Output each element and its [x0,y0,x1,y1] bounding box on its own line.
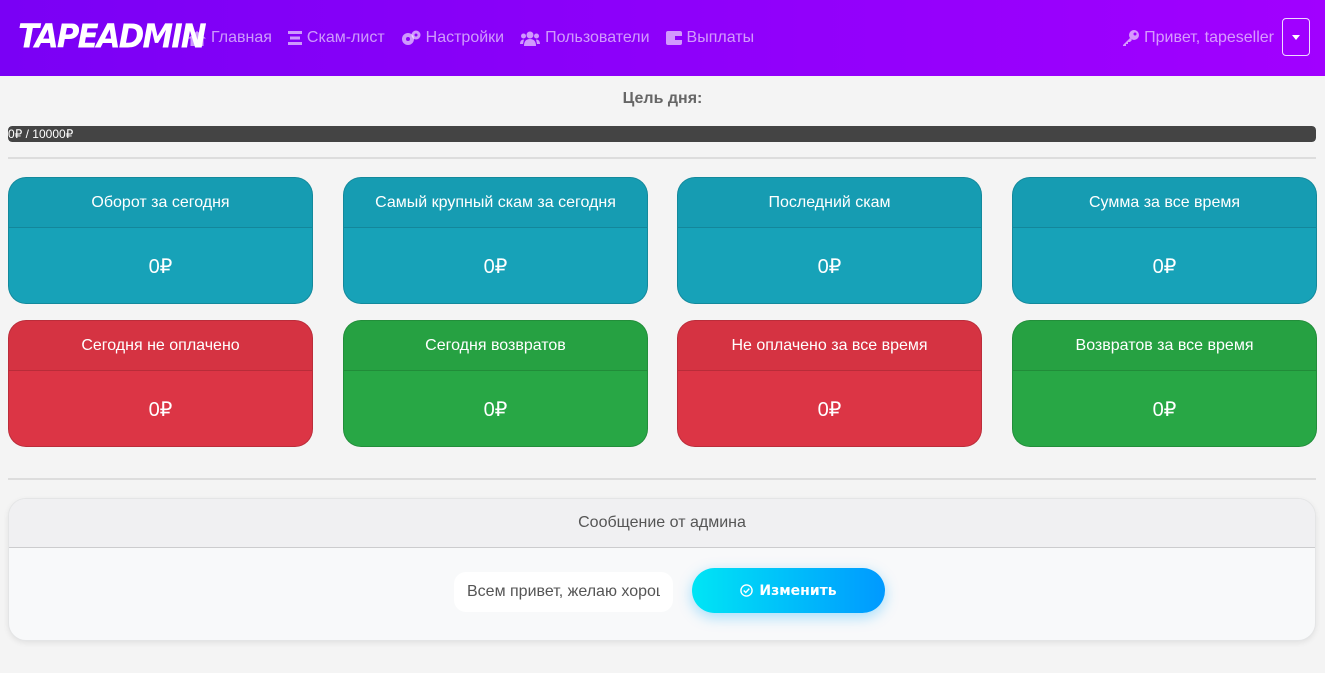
nav-label: Скам-лист [306,29,385,46]
stat-card-title: Последний скам [678,178,981,228]
main-nav: Главная Скам-лист Настройки Пользователи… [188,27,754,49]
stat-card-refunds-today: Сегодня возвратов 0₽ [343,320,648,447]
nav-item-users[interactable]: Пользователи [520,27,650,49]
stat-card-value: 0₽ [1152,398,1177,421]
user-greeting: Привет, tapeseller [1123,27,1274,49]
nav-item-settings[interactable]: Настройки [401,27,504,49]
stat-card-title: Возвратов за все время [1013,321,1316,371]
user-dropdown-toggle[interactable] [1282,18,1310,56]
nav-label: Выплаты [686,29,755,46]
change-button-label: Изменить [759,582,837,599]
stat-card-largest-today: Самый крупный скам за сегодня 0₽ [343,177,648,304]
stat-card-title: Не оплачено за все время [678,321,981,371]
progress-fill: 0₽ / 10000₽ [8,126,1316,142]
stat-card-turnover-today: Оборот за сегодня 0₽ [8,177,313,304]
progress-text: 0₽ / 10000₽ [8,127,74,141]
stat-card-value: 0₽ [148,255,173,278]
brand-name: TAPEADMIN [18,18,207,56]
nav-item-home[interactable]: Главная [188,27,272,49]
navbar: TAPEADMIN Главная Скам-лист Настройки По… [0,0,1325,76]
stat-card-title: Самый крупный скам за сегодня [344,178,647,228]
nav-label: Настройки [425,29,505,46]
stat-card-value: 0₽ [148,398,173,421]
nav-item-payouts[interactable]: Выплаты [665,27,755,49]
users-icon [520,31,541,46]
stat-card-unpaid-today: Сегодня не оплачено 0₽ [8,320,313,447]
nav-label: Главная [211,29,272,46]
change-message-button[interactable]: Изменить [692,568,885,613]
stat-card-title: Оборот за сегодня [9,178,312,228]
daily-goal-progress: 0₽ / 10000₽ [8,126,1316,142]
admin-message-title: Сообщение от админа [9,499,1315,548]
stat-card-value: 0₽ [483,255,508,278]
divider [8,478,1316,480]
home-icon [188,30,206,46]
caret-down-icon [1292,34,1300,40]
stat-card-refunds-all-time: Возвратов за все время 0₽ [1012,320,1317,447]
admin-message-input[interactable] [454,572,673,612]
stat-card-value: 0₽ [1152,255,1177,278]
stat-card-title: Сумма за все время [1013,178,1316,228]
key-icon [1123,30,1140,46]
nav-item-scam-list[interactable]: Скам-лист [287,27,385,49]
stat-card-value: 0₽ [483,398,508,421]
stat-card-title: Сегодня не оплачено [9,321,312,371]
admin-message-card: Сообщение от админа Изменить [8,498,1316,641]
cogs-icon [401,30,421,45]
wallet-icon [665,31,682,45]
check-circle-icon [740,584,754,597]
nav-label: Пользователи [545,29,650,46]
stat-card-title: Сегодня возвратов [344,321,647,371]
stat-card-total-all-time: Сумма за все время 0₽ [1012,177,1317,304]
greeting-text: Привет, tapeseller [1144,29,1274,46]
divider [8,157,1316,159]
stat-card-value: 0₽ [817,398,842,421]
stat-card-value: 0₽ [817,255,842,278]
list-icon [287,31,302,45]
brand-logo[interactable]: TAPEADMIN [18,18,207,56]
stat-card-last-scam: Последний скам 0₽ [677,177,982,304]
stat-card-unpaid-all-time: Не оплачено за все время 0₽ [677,320,982,447]
daily-goal-title: Цель дня: [622,90,703,107]
